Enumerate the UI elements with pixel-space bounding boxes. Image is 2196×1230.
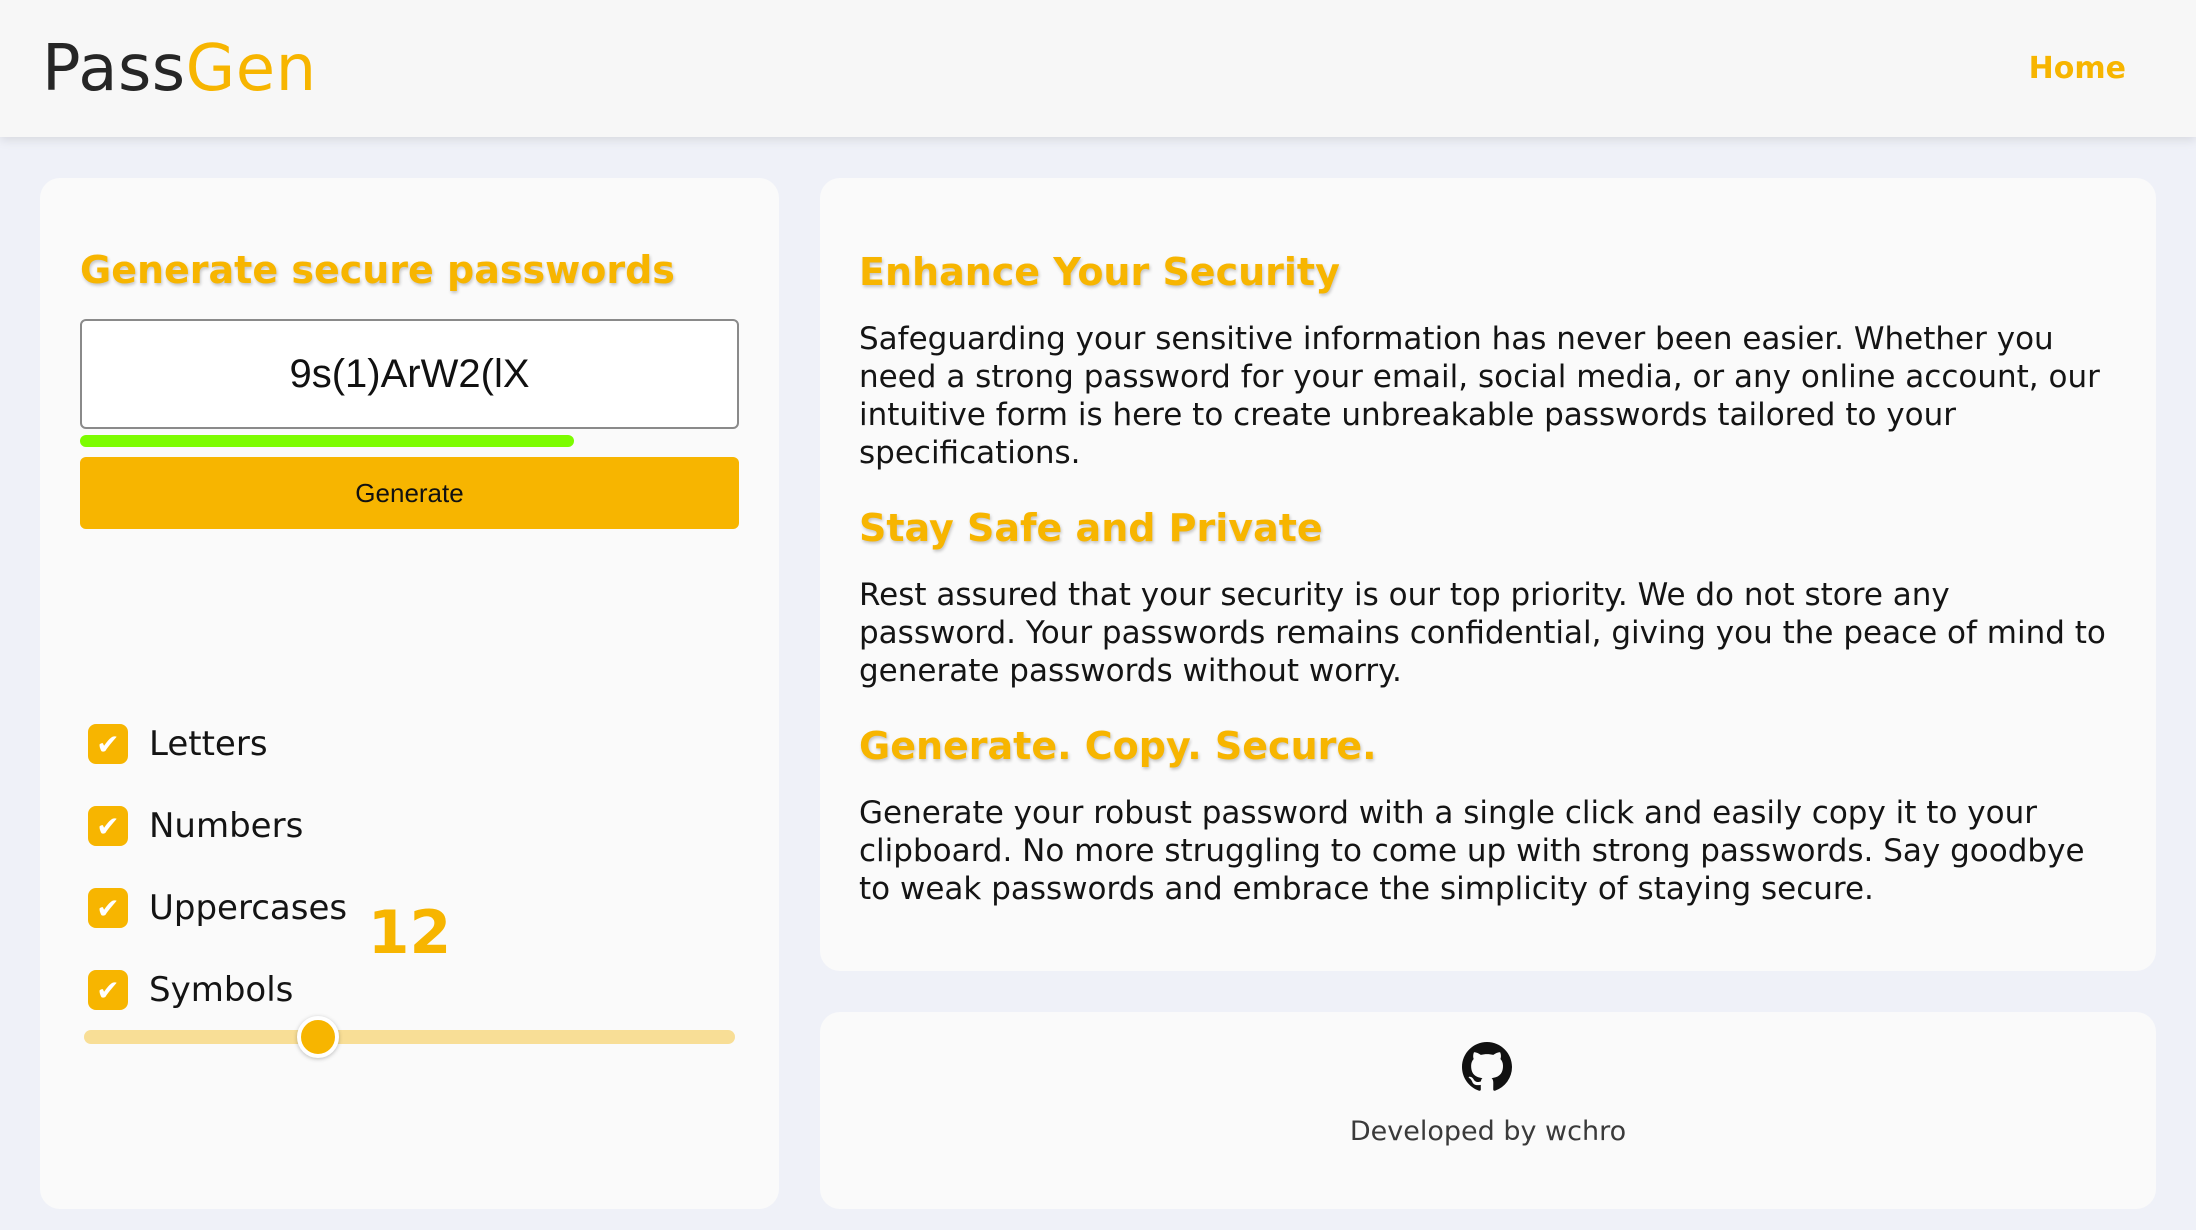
checkmark-icon: ✔	[96, 973, 120, 1007]
option-numbers[interactable]: ✔ Numbers	[88, 806, 303, 846]
option-label: Letters	[149, 724, 268, 764]
section-text-generate: Generate your robust password with a sin…	[859, 795, 2085, 907]
option-letters[interactable]: ✔ Letters	[88, 724, 268, 764]
info-card: Enhance Your Security Safeguarding your …	[820, 178, 2156, 971]
logo-text-pass: Pass	[42, 31, 186, 106]
password-output[interactable]: 9s(1)ArW2(lX	[80, 319, 739, 429]
symbols-checkbox[interactable]: ✔	[88, 970, 128, 1010]
length-slider[interactable]	[84, 1016, 735, 1058]
top-header: PassGen Home	[0, 0, 2196, 137]
checkmark-icon: ✔	[96, 809, 120, 843]
numbers-checkbox[interactable]: ✔	[88, 806, 128, 846]
letters-checkbox[interactable]: ✔	[88, 724, 128, 764]
option-label: Numbers	[149, 806, 304, 846]
nav-home-link[interactable]: Home	[2029, 51, 2126, 86]
generate-button[interactable]: Generate	[80, 457, 739, 529]
section-heading-private: Stay Safe and Private	[859, 506, 1323, 550]
length-value: 12	[367, 898, 452, 968]
option-symbols[interactable]: ✔ Symbols	[88, 970, 293, 1010]
section-text-security: Safeguarding your sensitive information …	[859, 321, 2100, 471]
github-icon[interactable]	[1462, 1042, 1512, 1092]
checkmark-icon: ✔	[96, 727, 120, 761]
generator-title: Generate secure passwords	[80, 248, 675, 292]
logo-text-gen: Gen	[185, 31, 317, 106]
slider-thumb[interactable]	[297, 1016, 340, 1058]
strength-meter	[80, 435, 739, 447]
section-text-private: Rest assured that your security is our t…	[859, 577, 2106, 689]
strength-meter-fill	[80, 435, 575, 447]
section-heading-generate: Generate. Copy. Secure.	[859, 724, 1377, 768]
option-label: Symbols	[149, 970, 294, 1010]
app-logo[interactable]: PassGen	[42, 32, 317, 106]
footer-card: Developed by wchro	[820, 1012, 2156, 1209]
developed-by-text: Developed by wchro	[1349, 1116, 1627, 1147]
generator-card: Generate secure passwords 9s(1)ArW2(lX G…	[40, 178, 779, 1209]
slider-track[interactable]	[84, 1030, 735, 1044]
section-heading-security: Enhance Your Security	[859, 250, 1340, 294]
